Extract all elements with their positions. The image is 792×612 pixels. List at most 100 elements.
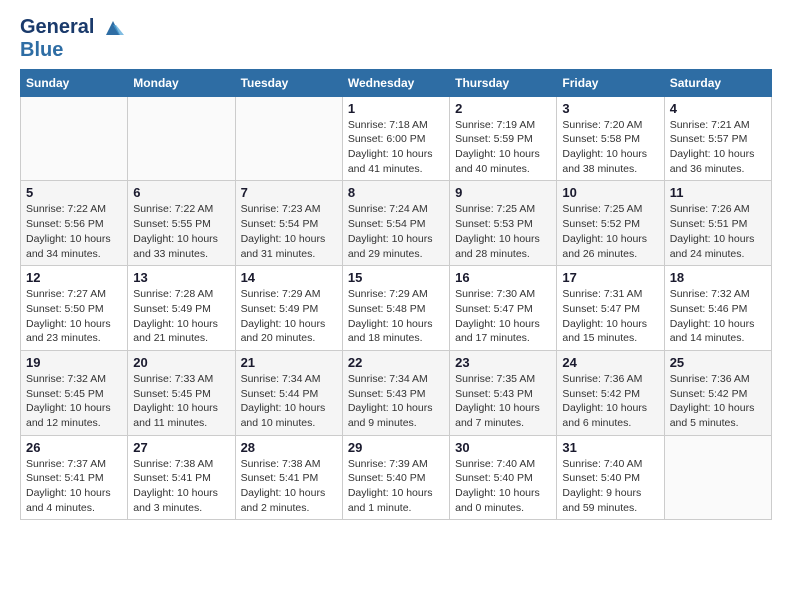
day-info: Sunrise: 7:29 AMSunset: 5:49 PMDaylight:…	[241, 287, 337, 346]
day-info: Sunrise: 7:29 AMSunset: 5:48 PMDaylight:…	[348, 287, 444, 346]
calendar-cell	[664, 435, 771, 520]
day-info: Sunrise: 7:22 AMSunset: 5:55 PMDaylight:…	[133, 202, 229, 261]
day-number: 22	[348, 355, 444, 370]
day-info: Sunrise: 7:18 AMSunset: 6:00 PMDaylight:…	[348, 118, 444, 177]
day-number: 23	[455, 355, 551, 370]
calendar-cell	[21, 96, 128, 181]
day-number: 16	[455, 270, 551, 285]
calendar-cell: 31 Sunrise: 7:40 AMSunset: 5:40 PMDayligh…	[557, 435, 664, 520]
calendar-week-row: 12 Sunrise: 7:27 AMSunset: 5:50 PMDayligh…	[21, 266, 772, 351]
calendar-cell: 12 Sunrise: 7:27 AMSunset: 5:50 PMDayligh…	[21, 266, 128, 351]
day-info: Sunrise: 7:31 AMSunset: 5:47 PMDaylight:…	[562, 287, 658, 346]
day-number: 3	[562, 101, 658, 116]
calendar-cell: 24 Sunrise: 7:36 AMSunset: 5:42 PMDayligh…	[557, 350, 664, 435]
day-number: 24	[562, 355, 658, 370]
day-info: Sunrise: 7:20 AMSunset: 5:58 PMDaylight:…	[562, 118, 658, 177]
calendar-cell: 5Sunrise: 7:22 AMSunset: 5:56 PMDaylight…	[21, 181, 128, 266]
day-number: 31	[562, 440, 658, 455]
calendar-cell: 11Sunrise: 7:26 AMSunset: 5:51 PMDayligh…	[664, 181, 771, 266]
day-info: Sunrise: 7:40 AMSunset: 5:40 PMDaylight:…	[562, 457, 658, 516]
day-number: 6	[133, 185, 229, 200]
weekday-header: Saturday	[664, 69, 771, 96]
calendar-cell: 18 Sunrise: 7:32 AMSunset: 5:46 PMDayligh…	[664, 266, 771, 351]
day-info: Sunrise: 7:38 AMSunset: 5:41 PMDaylight:…	[241, 457, 337, 516]
day-number: 20	[133, 355, 229, 370]
logo: General Blue	[20, 16, 124, 61]
calendar-cell: 19 Sunrise: 7:32 AMSunset: 5:45 PMDayligh…	[21, 350, 128, 435]
calendar-week-row: 26 Sunrise: 7:37 AMSunset: 5:41 PMDayligh…	[21, 435, 772, 520]
day-number: 12	[26, 270, 122, 285]
calendar-week-row: 19 Sunrise: 7:32 AMSunset: 5:45 PMDayligh…	[21, 350, 772, 435]
day-number: 25	[670, 355, 766, 370]
day-info: Sunrise: 7:27 AMSunset: 5:50 PMDaylight:…	[26, 287, 122, 346]
day-info: Sunrise: 7:36 AMSunset: 5:42 PMDaylight:…	[562, 372, 658, 431]
calendar-cell: 26 Sunrise: 7:37 AMSunset: 5:41 PMDayligh…	[21, 435, 128, 520]
weekday-header: Sunday	[21, 69, 128, 96]
day-info: Sunrise: 7:32 AMSunset: 5:45 PMDaylight:…	[26, 372, 122, 431]
calendar-cell: 17 Sunrise: 7:31 AMSunset: 5:47 PMDayligh…	[557, 266, 664, 351]
day-info: Sunrise: 7:36 AMSunset: 5:42 PMDaylight:…	[670, 372, 766, 431]
calendar-cell: 25 Sunrise: 7:36 AMSunset: 5:42 PMDayligh…	[664, 350, 771, 435]
day-info: Sunrise: 7:38 AMSunset: 5:41 PMDaylight:…	[133, 457, 229, 516]
page-header: General Blue	[20, 16, 772, 61]
day-info: Sunrise: 7:30 AMSunset: 5:47 PMDaylight:…	[455, 287, 551, 346]
day-info: Sunrise: 7:40 AMSunset: 5:40 PMDaylight:…	[455, 457, 551, 516]
day-info: Sunrise: 7:32 AMSunset: 5:46 PMDaylight:…	[670, 287, 766, 346]
day-number: 10	[562, 185, 658, 200]
calendar-cell: 20 Sunrise: 7:33 AMSunset: 5:45 PMDayligh…	[128, 350, 235, 435]
calendar-cell: 15 Sunrise: 7:29 AMSunset: 5:48 PMDayligh…	[342, 266, 449, 351]
calendar-body: 1 Sunrise: 7:18 AMSunset: 6:00 PMDaylight…	[21, 96, 772, 520]
day-info: Sunrise: 7:26 AMSunset: 5:51 PMDaylight:…	[670, 202, 766, 261]
calendar-cell: 3 Sunrise: 7:20 AMSunset: 5:58 PMDaylight…	[557, 96, 664, 181]
day-info: Sunrise: 7:35 AMSunset: 5:43 PMDaylight:…	[455, 372, 551, 431]
day-number: 29	[348, 440, 444, 455]
day-number: 26	[26, 440, 122, 455]
day-info: Sunrise: 7:33 AMSunset: 5:45 PMDaylight:…	[133, 372, 229, 431]
weekday-header: Tuesday	[235, 69, 342, 96]
calendar-cell	[235, 96, 342, 181]
weekday-header: Friday	[557, 69, 664, 96]
weekday-row: SundayMondayTuesdayWednesdayThursdayFrid…	[21, 69, 772, 96]
calendar-cell: 23 Sunrise: 7:35 AMSunset: 5:43 PMDayligh…	[450, 350, 557, 435]
calendar-table: SundayMondayTuesdayWednesdayThursdayFrid…	[20, 69, 772, 521]
day-number: 17	[562, 270, 658, 285]
calendar-cell: 13 Sunrise: 7:28 AMSunset: 5:49 PMDayligh…	[128, 266, 235, 351]
day-number: 21	[241, 355, 337, 370]
weekday-header: Wednesday	[342, 69, 449, 96]
calendar-cell: 2Sunrise: 7:19 AMSunset: 5:59 PMDaylight…	[450, 96, 557, 181]
day-info: Sunrise: 7:34 AMSunset: 5:44 PMDaylight:…	[241, 372, 337, 431]
day-info: Sunrise: 7:23 AMSunset: 5:54 PMDaylight:…	[241, 202, 337, 261]
logo-text: General	[20, 16, 124, 39]
calendar-cell: 16 Sunrise: 7:30 AMSunset: 5:47 PMDayligh…	[450, 266, 557, 351]
calendar-cell: 14 Sunrise: 7:29 AMSunset: 5:49 PMDayligh…	[235, 266, 342, 351]
calendar-cell: 6 Sunrise: 7:22 AMSunset: 5:55 PMDaylight…	[128, 181, 235, 266]
day-number: 13	[133, 270, 229, 285]
weekday-header: Monday	[128, 69, 235, 96]
day-number: 1	[348, 101, 444, 116]
day-info: Sunrise: 7:37 AMSunset: 5:41 PMDaylight:…	[26, 457, 122, 516]
day-number: 19	[26, 355, 122, 370]
day-info: Sunrise: 7:25 AMSunset: 5:53 PMDaylight:…	[455, 202, 551, 261]
calendar-cell: 7Sunrise: 7:23 AMSunset: 5:54 PMDaylight…	[235, 181, 342, 266]
calendar-cell: 22Sunrise: 7:34 AMSunset: 5:43 PMDayligh…	[342, 350, 449, 435]
day-number: 14	[241, 270, 337, 285]
calendar-cell: 21 Sunrise: 7:34 AMSunset: 5:44 PMDayligh…	[235, 350, 342, 435]
day-info: Sunrise: 7:22 AMSunset: 5:56 PMDaylight:…	[26, 202, 122, 261]
day-number: 28	[241, 440, 337, 455]
day-info: Sunrise: 7:21 AMSunset: 5:57 PMDaylight:…	[670, 118, 766, 177]
calendar-week-row: 1 Sunrise: 7:18 AMSunset: 6:00 PMDaylight…	[21, 96, 772, 181]
day-number: 18	[670, 270, 766, 285]
calendar-cell: 10Sunrise: 7:25 AMSunset: 5:52 PMDayligh…	[557, 181, 664, 266]
day-info: Sunrise: 7:24 AMSunset: 5:54 PMDaylight:…	[348, 202, 444, 261]
calendar-cell	[128, 96, 235, 181]
logo-blue: Blue	[20, 39, 124, 61]
day-number: 15	[348, 270, 444, 285]
day-number: 8	[348, 185, 444, 200]
day-number: 4	[670, 101, 766, 116]
calendar-week-row: 5Sunrise: 7:22 AMSunset: 5:56 PMDaylight…	[21, 181, 772, 266]
calendar-cell: 1 Sunrise: 7:18 AMSunset: 6:00 PMDaylight…	[342, 96, 449, 181]
day-info: Sunrise: 7:28 AMSunset: 5:49 PMDaylight:…	[133, 287, 229, 346]
day-number: 30	[455, 440, 551, 455]
calendar-header: SundayMondayTuesdayWednesdayThursdayFrid…	[21, 69, 772, 96]
logo-icon	[102, 17, 124, 39]
